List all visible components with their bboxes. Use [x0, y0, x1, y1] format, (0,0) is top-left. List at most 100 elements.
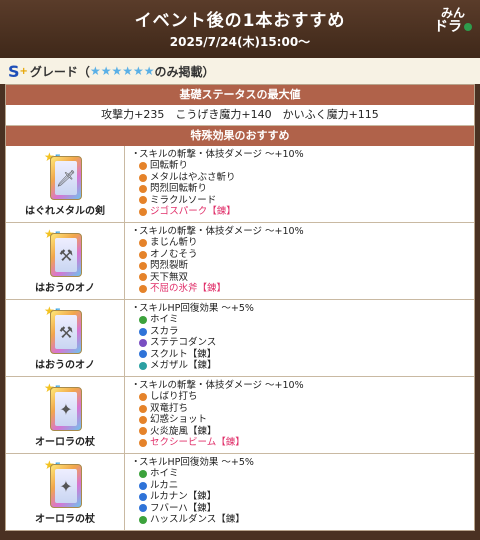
effects-cell: ・スキルの斬撃・体技ダメージ 〜+10% しばり打ち 双竜打ち 幻惑ショット 火炎旋風【…: [125, 377, 474, 453]
site-logo[interactable]: みん ドラ: [432, 4, 474, 46]
effect-text: 閃烈回転斬り: [150, 183, 208, 195]
effect-item: ミラクルソード: [131, 195, 468, 206]
bullet-mark: ・: [131, 226, 141, 237]
skill-orb-icon: [139, 350, 147, 359]
effect-item: しばり打ち: [131, 391, 468, 402]
skill-orb-icon: [139, 184, 147, 193]
skill-orb-icon: [139, 162, 147, 171]
weapon-row: ★5✦オーロラの杖・スキルHP回復効果 〜+5%ホイミルカニルカナン【錬】フバー…: [6, 453, 474, 530]
effect-item: ・スキルHP回復効果 〜+5%: [131, 457, 468, 468]
grade-label: グレード（: [29, 64, 90, 79]
effect-item: ホイミ: [131, 314, 468, 325]
effect-text: ハッスルダンス【錬】: [150, 514, 245, 526]
weapon-row: ★5⚒はおうのオノ・スキルの斬撃・体技ダメージ 〜+10%まじん斬りオノむそう閃…: [6, 222, 474, 299]
effect-text: ジゴスパーク【錬】: [150, 206, 236, 218]
effect-item: オノむそう: [131, 249, 468, 260]
effect-item: まじん斬り: [131, 237, 468, 248]
staff-icon: ✦: [55, 392, 77, 426]
effect-text: ホイミ: [150, 314, 179, 326]
grade-bar: S + グレード（ ★★★★★★ のみ掲載）: [0, 58, 480, 84]
grade-suffix: のみ掲載）: [154, 64, 215, 79]
effect-item: スクルト【錬】: [131, 349, 468, 360]
logo-line1: みん: [440, 6, 465, 20]
effect-text: 天下無双: [150, 271, 189, 283]
effect-text: スキルHP回復効果 〜+5%: [139, 303, 254, 314]
effect-item: 閃烈回転斬り: [131, 183, 468, 194]
skill-orb-icon: [139, 481, 147, 490]
effect-text: 火炎旋風【錬】: [150, 425, 217, 437]
effect-item: ルカニ: [131, 480, 468, 491]
skill-orb-icon: [139, 515, 147, 524]
effect-item: 幻惑ショット: [131, 414, 468, 425]
skill-orb-icon: [139, 438, 147, 447]
effect-item: 天下無双: [131, 272, 468, 283]
effect-item: セクシービーム【錬】: [131, 437, 468, 448]
weapon-row: ★5✦オーロラの杖・スキルの斬撃・体技ダメージ 〜+10%しばり打ち双竜打ち幻惑…: [6, 376, 474, 453]
weapon-card[interactable]: 🗡: [50, 156, 82, 200]
weapon-card[interactable]: ⚒: [50, 310, 82, 354]
effect-text: 閃烈裂断: [150, 260, 189, 272]
effect-text: セクシービーム【錬】: [150, 437, 245, 449]
axe-icon: ⚒: [55, 315, 77, 349]
base-stats-header: 基礎ステータスの最大値: [6, 85, 474, 105]
effect-text: メタルはやぶさ斬り: [150, 171, 236, 183]
weapon-cell: ★5✦オーロラの杖: [6, 377, 125, 453]
weapon-cell: ★5🗡はぐれメタルの剣: [6, 146, 125, 222]
effect-text: 双竜打ち: [150, 402, 189, 414]
weapon-cell: ★5⚒はおうのオノ: [6, 300, 125, 376]
weapon-card[interactable]: ✦: [50, 464, 82, 508]
effect-text: ルカニ: [150, 479, 179, 491]
weapon-table: 基礎ステータスの最大値 攻撃力+235 こうげき魔力+140 かいふく魔力+11…: [5, 84, 475, 531]
skill-orb-icon: [139, 415, 147, 424]
page-date: 2025/7/24(木)15:00〜: [169, 35, 311, 49]
effect-text: フバーハ【錬】: [150, 502, 217, 514]
weapon-name: はおうのオノ: [35, 283, 95, 294]
effect-item: メガザル【錬】: [131, 360, 468, 371]
effect-text: 幻惑ショット: [150, 414, 208, 426]
skill-orb-icon: [139, 261, 147, 270]
skill-orb-icon: [139, 316, 147, 325]
sword-icon: 🗡: [55, 161, 77, 195]
weapon-row: ★5⚒はおうのオノ・スキルHP回復効果 〜+5%ホイミスカラステテコダンススクル…: [6, 299, 474, 376]
effect-text: スキルの斬撃・体技ダメージ 〜+10%: [139, 149, 304, 160]
skill-orb-icon: [139, 273, 147, 282]
skill-orb-icon: [139, 404, 147, 413]
effect-text: ミラクルソード: [150, 194, 217, 206]
page-header: イベント後の1本おすすめ 2025/7/24(木)15:00〜 みん ドラ: [0, 0, 480, 58]
effects-cell: ・スキルHP回復効果 〜+5% ホイミ ルカニ ルカナン【錬】 フバーハ【錬】 ハッスルダ…: [125, 454, 474, 530]
effect-text: ルカナン【錬】: [150, 491, 217, 503]
weapon-name: オーロラの杖: [35, 437, 95, 448]
effect-item: ・スキルHP回復効果 〜+5%: [131, 303, 468, 314]
skill-orb-icon: [139, 361, 147, 370]
grade-letter: S: [8, 61, 20, 81]
effects-cell: ・スキルHP回復効果 〜+5% ホイミ スカラ ステテコダンス スクルト【錬】 メガザル【…: [125, 300, 474, 376]
effect-item: フバーハ【錬】: [131, 503, 468, 514]
skill-orb-icon: [139, 173, 147, 182]
effect-item: ルカナン【錬】: [131, 491, 468, 502]
weapon-card[interactable]: ⚒: [50, 233, 82, 277]
effect-item: 双竜打ち: [131, 403, 468, 414]
effect-text: オノむそう: [150, 248, 198, 260]
effect-item: ・スキルの斬撃・体技ダメージ 〜+10%: [131, 380, 468, 391]
base-stats-values: 攻撃力+235 こうげき魔力+140 かいふく魔力+115: [6, 105, 474, 126]
effect-text: スカラ: [150, 325, 179, 337]
staff-icon: ✦: [55, 469, 77, 503]
skill-orb-icon: [139, 250, 147, 259]
bullet-mark: ・: [131, 149, 141, 160]
weapon-card[interactable]: ✦: [50, 387, 82, 431]
effect-item: ジゴスパーク【錬】: [131, 206, 468, 217]
skill-orb-icon: [139, 427, 147, 436]
effect-item: ハッスルダンス【錬】: [131, 514, 468, 525]
effect-text: 回転斬り: [150, 160, 189, 172]
logo-line2: ドラ: [432, 20, 474, 34]
effect-item: 火炎旋風【錬】: [131, 426, 468, 437]
effect-item: ステテコダンス: [131, 337, 468, 348]
effect-item: 閃烈裂断: [131, 260, 468, 271]
effect-item: 回転斬り: [131, 160, 468, 171]
weapon-cell: ★5✦オーロラの杖: [6, 454, 125, 530]
effect-text: ホイミ: [150, 468, 179, 480]
effects-cell: ・スキルの斬撃・体技ダメージ 〜+10% まじん斬り オノむそう 閃烈裂断 天下無双 不屈…: [125, 223, 474, 299]
effect-item: メタルはやぶさ斬り: [131, 172, 468, 183]
weapon-cell: ★5⚒はおうのオノ: [6, 223, 125, 299]
effect-item: ・スキルの斬撃・体技ダメージ 〜+10%: [131, 226, 468, 237]
